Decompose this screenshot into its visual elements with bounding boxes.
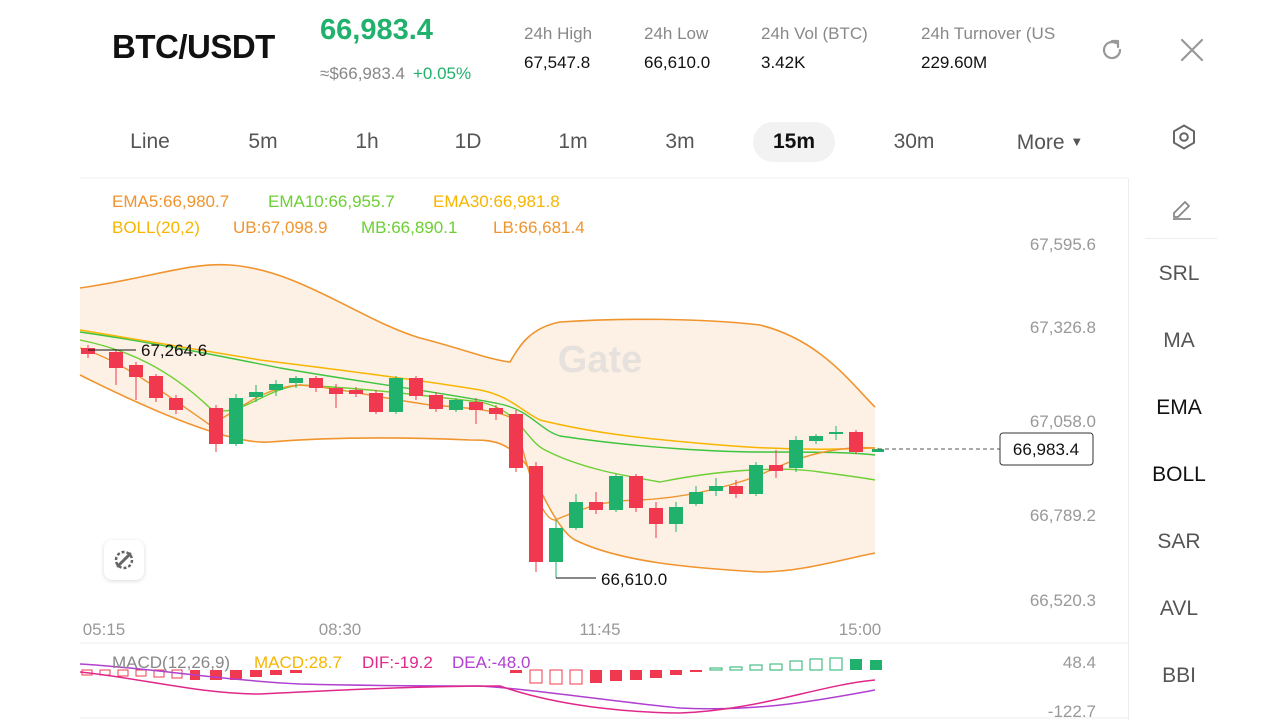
macd-bar — [789, 660, 803, 671]
macd-bar — [769, 663, 783, 671]
macd-bar — [549, 669, 563, 685]
macd-value: MACD:28.7 — [254, 653, 342, 672]
macd-bar — [749, 664, 763, 671]
tool-panel-divider — [1128, 178, 1129, 720]
tool-boll[interactable]: BOLL — [1130, 463, 1228, 487]
macd-bar — [709, 667, 723, 671]
macd-dif-value: DIF:-19.2 — [362, 653, 433, 672]
candle — [209, 405, 223, 452]
macd-dea-value: DEA:-48.0 — [452, 653, 530, 672]
macd-bar — [870, 660, 882, 670]
candle — [449, 398, 463, 412]
pencil-icon[interactable] — [1170, 195, 1194, 221]
price-axis-label: 67,326.8 — [1030, 318, 1096, 337]
candle — [549, 520, 563, 578]
high-marker-label: 67,264.6 — [141, 341, 207, 360]
candle — [749, 462, 763, 496]
macd-label: MACD(12,26,9) — [112, 653, 230, 672]
tool-avl[interactable]: AVL — [1130, 597, 1228, 621]
tool-srl[interactable]: SRL — [1130, 262, 1228, 286]
price-axis-label: 67,595.6 — [1030, 235, 1096, 254]
candle — [609, 474, 623, 512]
macd-bar — [829, 657, 843, 671]
candle — [369, 390, 383, 414]
macd-bar — [630, 670, 642, 680]
ema5-value: EMA5:66,980.7 — [112, 192, 229, 211]
macd-bar — [850, 659, 862, 670]
watermark-logo: Gate — [558, 339, 642, 381]
time-axis-label: 11:45 — [579, 620, 620, 639]
macd-bar — [569, 669, 583, 685]
time-axis-label: 05:15 — [83, 620, 126, 639]
gear-pencil-icon — [114, 550, 134, 570]
candle — [229, 394, 243, 446]
boll-mb-value: MB:66,890.1 — [361, 218, 457, 237]
boll-params: BOLL(20,2) — [112, 218, 200, 237]
macd-bar — [809, 658, 823, 671]
macd-bar — [670, 670, 682, 675]
chart-tool-button[interactable] — [104, 540, 144, 580]
price-axis-label: 67,058.0 — [1030, 412, 1096, 431]
macd-bar — [529, 669, 543, 684]
macd-axis-bottom: -122.7 — [1048, 702, 1096, 720]
macd-bar — [729, 666, 743, 671]
time-axis-label: 08:30 — [319, 620, 362, 639]
macd-bar — [610, 670, 622, 681]
boll-band-fill — [80, 264, 875, 572]
low-marker-label: 66,610.0 — [601, 570, 667, 589]
candle — [529, 462, 543, 572]
candle — [389, 376, 403, 414]
boll-lb-value: LB:66,681.4 — [493, 218, 585, 237]
candle — [149, 374, 163, 402]
time-axis-label: 15:00 — [839, 620, 882, 639]
candle — [849, 430, 863, 454]
tool-ema[interactable]: EMA — [1130, 396, 1228, 420]
price-axis-label: 66,520.3 — [1030, 591, 1096, 610]
macd-bar — [590, 670, 602, 683]
tool-ma[interactable]: MA — [1130, 329, 1228, 353]
tool-separator — [1145, 238, 1217, 239]
ema10-value: EMA10:66,955.7 — [268, 192, 395, 211]
price-axis-label: 66,789.2 — [1030, 506, 1096, 525]
candle — [789, 436, 803, 472]
macd-bar — [690, 670, 702, 672]
close-icon[interactable] — [1178, 36, 1206, 64]
ema30-value: EMA30:66,981.8 — [433, 192, 560, 211]
current-price-tag: 66,983.4 — [1013, 440, 1079, 459]
candle — [509, 410, 523, 472]
tool-sar[interactable]: SAR — [1130, 530, 1228, 554]
candle — [629, 474, 643, 512]
boll-ub-value: UB:67,098.9 — [233, 218, 328, 237]
macd-bar — [650, 670, 662, 678]
settings-icon[interactable] — [1170, 123, 1198, 151]
candle — [429, 392, 443, 412]
tool-bbi[interactable]: BBI — [1130, 664, 1228, 688]
kline-chart[interactable]: Gate 67,264.6 66,610.0 66,983.4 67,595.6… — [0, 0, 1128, 720]
macd-axis-top: 48.4 — [1063, 653, 1096, 672]
